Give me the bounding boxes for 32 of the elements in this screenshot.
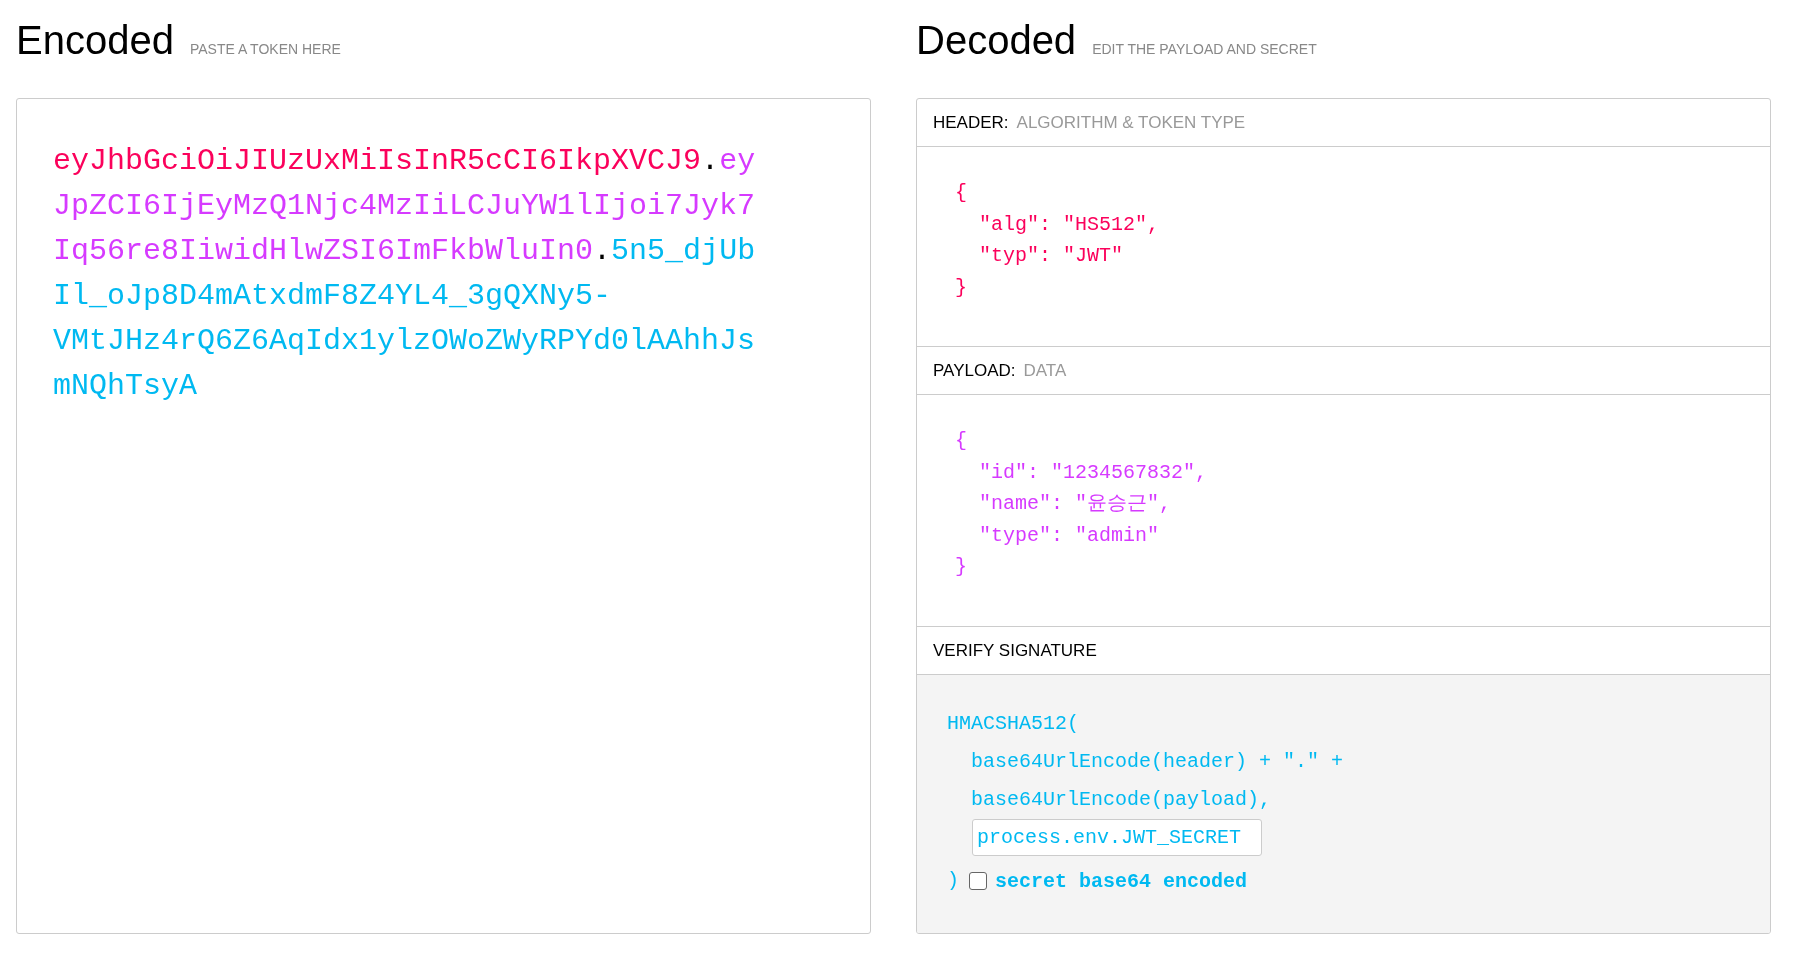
token-line: Il_oJp8D4mAtxdmF8Z4YL4_3gQXNy5- [53,278,613,315]
token-editor[interactable]: eyJhbGciOiJIUzUxMiIsInR5cCI6IkpXVCJ9.ey JpZCI6IjEyMzQ1Njc4MzIiLCJuYW1lIjoi7Jyk7 Iq56re8IiwidHlwZSI6ImFkbWluIn0.5n5_djUb Il_oJp8D4mAtxdmF8Z4YL4_3gQXNy5- VMtJHz4rQ6Z6AqIdx1ylzOWoZWyRPYd0lAAhhJs mNQhTsyA [16,98,871,934]
secret-field[interactable]: process.env.JWT_SECRET [972,819,1262,856]
token-line: JpZCI6IjEyMzQ1Njc4MzIiLCJuYW1lIjoi7Jyk7 [53,188,757,225]
code-line: HMACSHA512( [947,711,1081,737]
section-label: PAYLOAD: [933,360,1016,381]
checkbox-label[interactable]: secret base64 encoded [995,869,1248,893]
token-line: eyJhbGciOiJIUzUxMiIsInR5cCI6IkpXVCJ9.ey [53,143,757,180]
panel-hint: PASTE A TOKEN HERE [189,41,341,57]
code-line: "name": "윤승근", [978,491,1173,517]
panel-title: Decoded [916,18,1077,63]
code-line: } [955,554,968,580]
section-label: VERIFY SIGNATURE [933,640,1097,661]
code-line: "typ": "JWT" [978,243,1125,269]
code-line: } [955,274,968,301]
section-label: HEADER: [933,112,1009,133]
token-line: Iq56re8IiwidHlwZSI6ImFkbWluIn0.5n5_djUb [53,233,757,270]
code-line: { [955,180,968,206]
code-line: base64UrlEncode(header) + "." + [970,749,1345,775]
checkbox[interactable] [969,872,987,890]
panel-title: Encoded [16,18,174,63]
code-line: "type": "admin" [978,522,1161,549]
code-line: "alg": "HS512", [978,211,1161,238]
code-line: base64UrlEncode(payload), [970,787,1273,813]
panel-hint: EDIT THE PAYLOAD AND SECRET [1092,41,1317,57]
token-line: VMtJHz4rQ6Z6AqIdx1ylzOWoZWyRPYd0lAAhhJs [53,323,757,360]
section-sublabel: ALGORITHM & TOKEN TYPE [1016,112,1246,133]
code-line: "id": "1234567832", [978,459,1209,486]
token-line: mNQhTsyA [53,368,199,405]
section-sublabel: DATA [1023,360,1067,381]
code-line: ) [947,868,959,894]
code-line: { [955,428,968,454]
